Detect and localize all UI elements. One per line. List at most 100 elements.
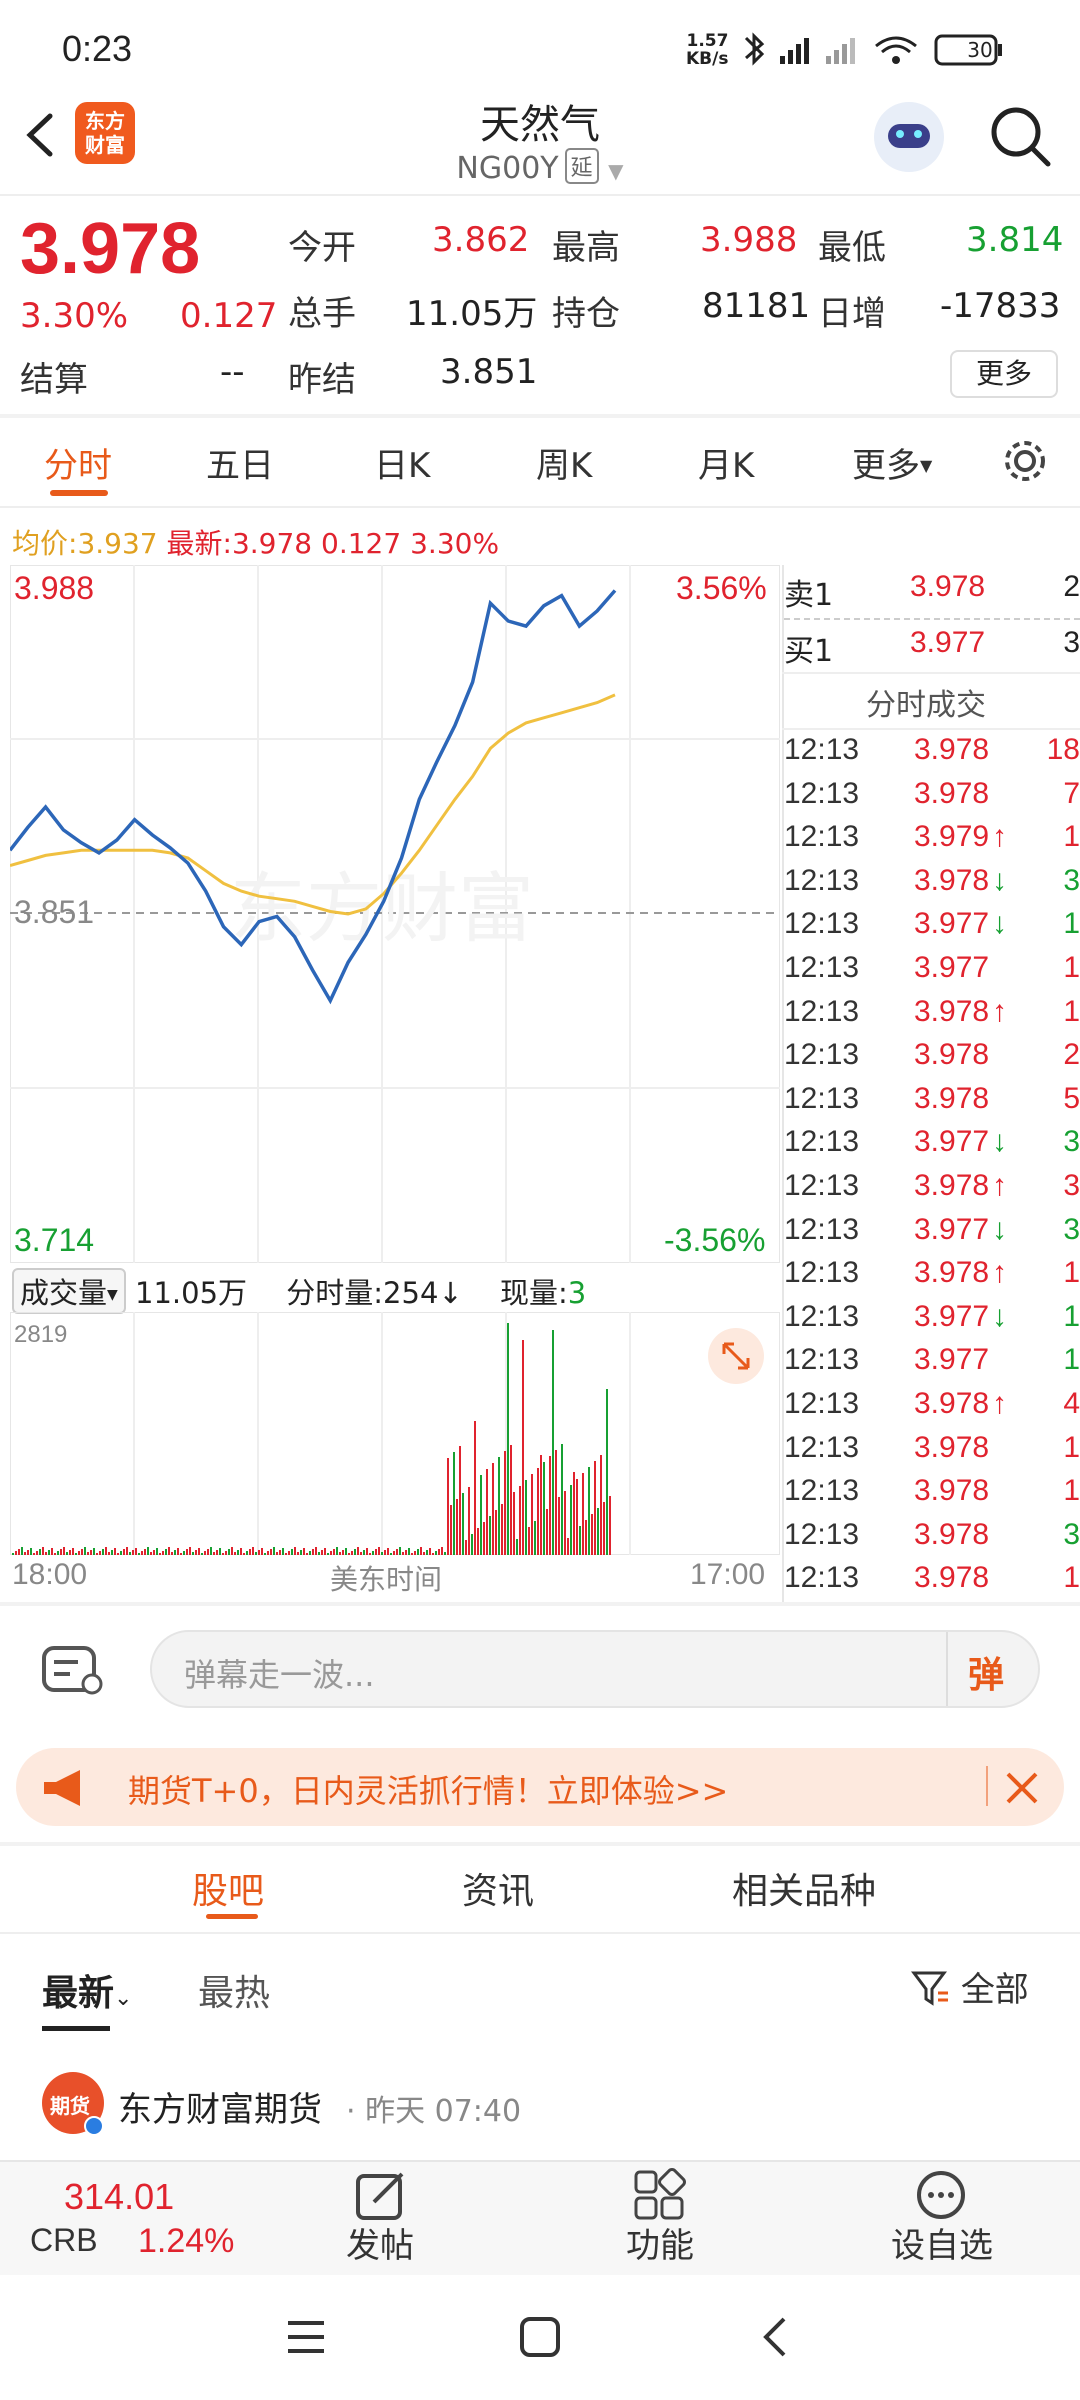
volume-bar (303, 1548, 305, 1555)
trade-time: 12:13 (784, 1517, 860, 1551)
volume-bar (576, 1479, 578, 1555)
trade-time: 12:13 (784, 907, 860, 941)
danmu-input[interactable]: 弹幕走一波... 弹 (150, 1630, 1040, 1708)
volume-bar (396, 1549, 398, 1555)
index-value[interactable]: 314.01 (64, 2176, 174, 2218)
tab-daily-k[interactable]: 日K (374, 438, 430, 487)
volume-bar (534, 1521, 536, 1555)
volume-bar (555, 1450, 557, 1555)
volume-bar (162, 1551, 164, 1555)
volume-total: 11.05万 (135, 1276, 248, 1310)
volume-bar (240, 1548, 242, 1555)
volume-bar (108, 1552, 110, 1555)
volume-bar (120, 1551, 122, 1555)
volume-bar (132, 1550, 134, 1555)
volume-bar (444, 1552, 446, 1555)
volume-bar (498, 1457, 500, 1555)
avatar-text: 期货 (50, 2094, 90, 2118)
volume-bar (546, 1509, 548, 1555)
more-button[interactable]: 更多 (950, 350, 1058, 398)
trade-qty: 18 (1046, 733, 1080, 766)
index-name[interactable]: CRB (30, 2222, 98, 2259)
home-icon[interactable] (518, 2315, 562, 2359)
trade-price: 3.978 (914, 1430, 990, 1464)
trade-tick-row: 12:13 3.978 ↑ 4 (784, 1387, 1080, 1431)
volume-bar (480, 1475, 482, 1555)
tab-five-day[interactable]: 五日 (206, 438, 274, 487)
functions-button[interactable]: 功能 (620, 2218, 700, 2267)
wifi-icon (875, 36, 917, 64)
functions-grid-icon[interactable] (632, 2168, 686, 2222)
trade-qty: 1 (1063, 820, 1080, 854)
volume-indicator-selector[interactable]: 成交量▼ (12, 1268, 126, 1314)
tab-monthly-k[interactable]: 月K (698, 438, 754, 487)
add-watchlist-icon[interactable] (914, 2168, 968, 2222)
tab-more-label: 更多 (852, 446, 920, 486)
danmu-send-button[interactable]: 弹 (946, 1632, 1038, 1706)
tab-related[interactable]: 相关品种 (732, 1862, 876, 1914)
search-icon[interactable] (988, 104, 1054, 170)
volume-bar (123, 1549, 125, 1555)
volume-bar (48, 1550, 50, 1555)
nav-back-icon[interactable] (756, 2313, 796, 2361)
sort-indicator (42, 2026, 110, 2031)
trade-time: 12:13 (784, 1561, 860, 1595)
volume-bar (558, 1497, 560, 1555)
daily-inc-label: 日增 (818, 294, 886, 334)
tab-weekly-k[interactable]: 周K (536, 438, 592, 487)
oi-label: 持仓 (552, 294, 620, 334)
post-time-value: 昨天 07:40 (365, 2094, 522, 2129)
volume-bar (270, 1549, 272, 1555)
volume-bar (87, 1552, 89, 1555)
trade-price: 3.977 (914, 1125, 990, 1159)
volume-bar (531, 1474, 533, 1555)
volume-bar (399, 1547, 401, 1555)
volume-bar (447, 1458, 449, 1555)
open-label: 今开 (288, 228, 356, 268)
promo-banner[interactable]: 期货T+0，日内灵活抓行情！立即体验>> (16, 1748, 1064, 1826)
author-avatar[interactable]: 期货 (42, 2072, 104, 2136)
signal-icon (780, 38, 809, 64)
tab-more[interactable]: 更多▼ (852, 438, 932, 487)
volume-bar (411, 1553, 413, 1555)
index-pct: 1.24% (138, 2222, 235, 2260)
tab-intraday[interactable]: 分时 (44, 438, 112, 487)
post-button[interactable]: 发帖 (340, 2218, 420, 2267)
trade-time: 12:13 (784, 1343, 860, 1377)
tab-forum[interactable]: 股吧 (192, 1862, 264, 1914)
volume-bar (384, 1550, 386, 1555)
volume-bar (252, 1547, 254, 1555)
filter-label: 全部 (960, 1970, 1029, 2010)
volume-bar (264, 1553, 266, 1555)
tab-news[interactable]: 资讯 (462, 1862, 534, 1914)
sort-hot[interactable]: 最热 (198, 1964, 270, 2016)
sort-latest[interactable]: 最新⌄ (42, 1964, 132, 2016)
trade-price: 3.977 (914, 907, 990, 941)
volume-bar (504, 1451, 506, 1555)
volume-max-label: 2819 (14, 1321, 67, 1348)
settings-gear-icon[interactable] (1000, 436, 1050, 486)
watchlist-button[interactable]: 设自选 (880, 2218, 1004, 2267)
volume-bar (417, 1549, 419, 1555)
danmu-settings-icon[interactable] (40, 1640, 110, 1700)
intraday-price-chart[interactable]: 东方财富 3.988 3.56% 3.851 3.714 -3.56% (10, 565, 780, 1263)
trade-qty: 3 (1063, 1125, 1080, 1159)
menu-icon[interactable] (284, 2317, 328, 2357)
robot-assistant-icon[interactable] (874, 102, 944, 172)
prev-settle-value: 3.851 (440, 352, 538, 392)
trade-time: 12:13 (784, 951, 860, 984)
battery-level: 30 (967, 38, 993, 62)
volume-bar (324, 1548, 326, 1555)
volume-bar (60, 1549, 62, 1555)
close-icon[interactable] (1004, 1770, 1040, 1806)
volume-bar (294, 1547, 296, 1555)
system-nav-bar (0, 2275, 1080, 2400)
filter-all[interactable]: 全部 (910, 1962, 1029, 2011)
post-author[interactable]: 东方财富期货 (118, 2082, 322, 2131)
volume-bar (405, 1550, 407, 1555)
volume-bar (201, 1553, 203, 1555)
edit-post-icon[interactable] (354, 2168, 408, 2222)
volume-bar (474, 1421, 476, 1555)
volume-bar (90, 1550, 92, 1555)
volume-bar (339, 1552, 341, 1555)
